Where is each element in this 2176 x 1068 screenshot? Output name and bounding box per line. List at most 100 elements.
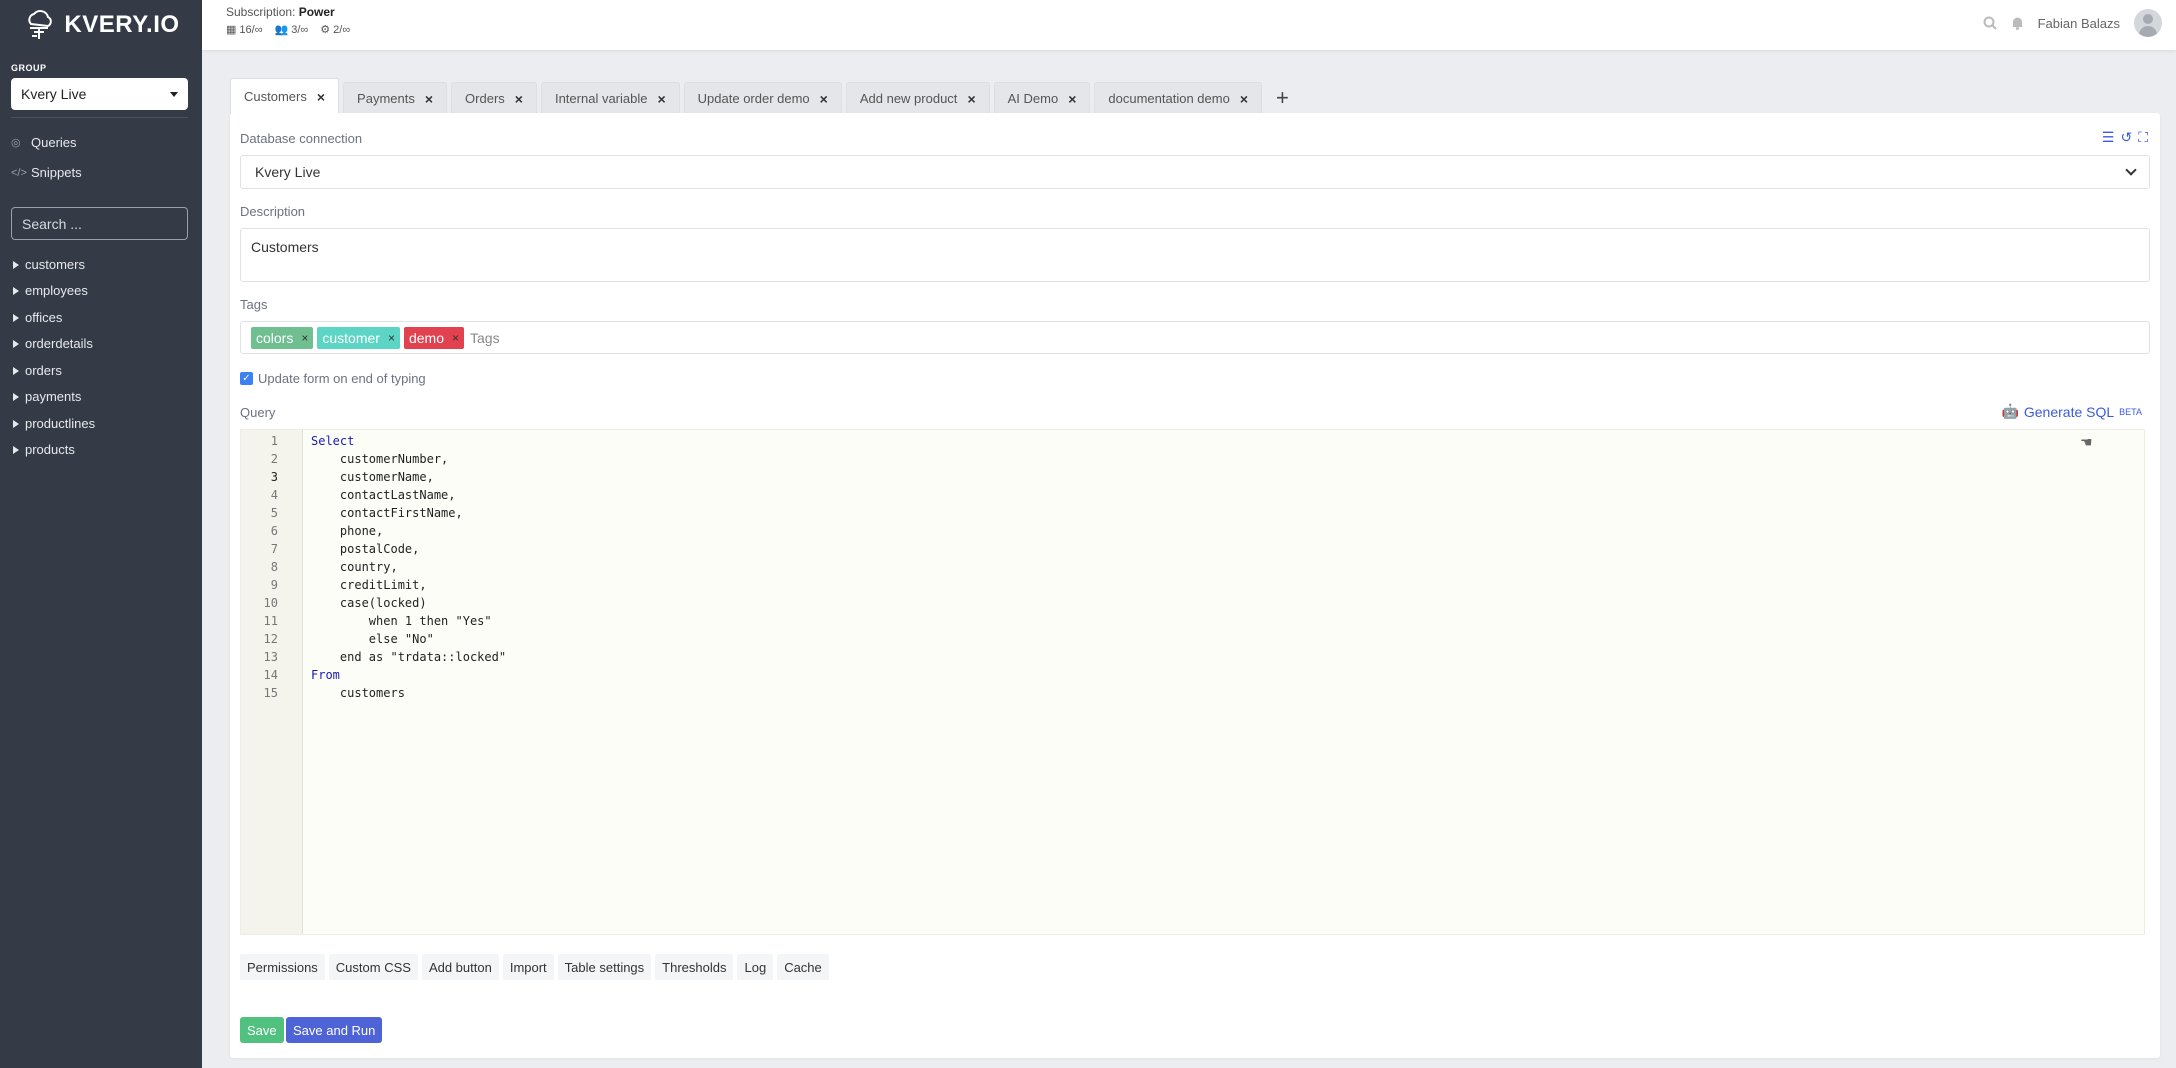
connection-count-value: 2/∞ (333, 23, 351, 36)
update-on-typing-option[interactable]: ✓ Update form on end of typing (240, 371, 426, 386)
tab-label: Update order demo (697, 91, 810, 106)
expand-arrow-icon (13, 339, 19, 348)
permissions-button[interactable]: Permissions (240, 954, 325, 980)
tab-add-new-product[interactable]: Add new product × (845, 82, 990, 114)
close-icon[interactable]: × (657, 91, 665, 107)
tab-payments[interactable]: Payments × (343, 82, 448, 114)
connection-count: ⚙ 2/∞ (320, 23, 351, 37)
db-connection-select[interactable]: Kvery Live (240, 155, 2150, 189)
avatar[interactable] (2134, 9, 2162, 37)
nav-snippets[interactable]: </> Snippets (11, 165, 82, 180)
tags-input[interactable]: colors × customer × demo × Tags (240, 321, 2150, 354)
line-number: 14 (263, 668, 278, 682)
code-line: case(locked) (311, 596, 427, 610)
custom-css-button[interactable]: Custom CSS (328, 954, 418, 980)
code-line: contactFirstName, (311, 506, 463, 520)
add-tab-button[interactable]: + (1266, 82, 1299, 114)
tree-item-productlines[interactable]: productlines (13, 416, 95, 431)
line-number: 11 (263, 614, 278, 628)
tree-item-orderdetails[interactable]: orderdetails (13, 336, 93, 351)
line-number: 4 (270, 488, 278, 502)
tab-ai-demo[interactable]: AI Demo × (993, 82, 1091, 114)
group-select-value: Kvery Live (21, 86, 87, 102)
nav-queries[interactable]: ◎ Queries (11, 135, 77, 150)
checkbox-checked-icon[interactable]: ✓ (240, 372, 253, 385)
robot-icon: 🤖 (2001, 403, 2019, 419)
add-button-button[interactable]: Add button (421, 954, 499, 980)
code-line: end as "trdata::locked" (311, 650, 507, 664)
close-icon[interactable]: × (820, 91, 828, 107)
close-icon[interactable]: × (967, 91, 975, 107)
tree-item-customers[interactable]: customers (13, 257, 85, 272)
table-settings-button[interactable]: Table settings (557, 954, 652, 980)
tree-item-label: payments (25, 389, 82, 404)
subscription-info: Subscription: Power (226, 5, 335, 19)
line-number: 15 (263, 686, 278, 700)
close-icon[interactable]: × (1240, 91, 1248, 107)
sidebar: KVERY.IO GROUP Kvery Live ◎ Queries </> … (0, 0, 202, 1068)
tree-item-employees[interactable]: employees (13, 283, 88, 298)
subscription-label: Subscription: (226, 5, 296, 19)
tab-label: Internal variable (554, 91, 648, 106)
users-icon: 👥 (274, 24, 289, 36)
logo[interactable]: KVERY.IO (0, 0, 202, 50)
tab-label: Customers (244, 89, 307, 104)
log-button[interactable]: Log (737, 954, 774, 980)
editor-toolbar: ☰ ↺ ⛶ (2102, 129, 2148, 146)
close-icon[interactable]: × (515, 91, 523, 107)
tree-item-orders[interactable]: orders (13, 363, 62, 378)
tree-item-label: customers (25, 257, 85, 272)
line-number: 12 (263, 632, 278, 646)
tab-documentation-demo[interactable]: documentation demo × (1094, 82, 1262, 114)
cache-button[interactable]: Cache (777, 954, 829, 980)
tag-colors: colors × (251, 326, 314, 349)
sql-code-editor[interactable]: 1 2 3 4 5 6 7 8 9 10 11 12 13 14 15 Sele… (240, 429, 2145, 935)
generate-sql-button[interactable]: 🤖 Generate SQL BETA (2001, 403, 2142, 420)
search-icon[interactable] (1983, 16, 1997, 30)
code-line: contactLastName, (311, 488, 456, 502)
line-number: 9 (270, 578, 278, 592)
remove-tag-icon[interactable]: × (388, 331, 395, 345)
tab-orders[interactable]: Orders × (451, 82, 537, 114)
save-button[interactable]: Save (240, 1017, 284, 1043)
code-line: customerName, (311, 470, 434, 484)
description-textarea[interactable]: Customers (240, 228, 2150, 282)
thresholds-button[interactable]: Thresholds (655, 954, 734, 980)
sidebar-search-input[interactable]: Search ... (11, 207, 188, 240)
save-and-run-button[interactable]: Save and Run (286, 1017, 383, 1043)
tab-customers[interactable]: Customers × (230, 78, 340, 114)
tab-internal-variable[interactable]: Internal variable × (540, 82, 680, 114)
tab-update-order-demo[interactable]: Update order demo × (683, 82, 842, 114)
code-line: country, (311, 560, 398, 574)
tag-demo: demo × (403, 326, 465, 349)
tab-label: Add new product (859, 91, 958, 106)
table-icon: ▦ (226, 24, 237, 36)
tab-label: AI Demo (1007, 91, 1059, 106)
group-select[interactable]: Kvery Live (11, 78, 188, 110)
list-icon[interactable]: ☰ (2102, 129, 2115, 146)
tree-item-offices[interactable]: offices (13, 310, 62, 325)
remove-tag-icon[interactable]: × (301, 331, 308, 345)
user-name[interactable]: Fabian Balazs (2038, 16, 2120, 31)
tab-label: Payments (357, 91, 415, 106)
close-icon[interactable]: × (425, 91, 433, 107)
close-icon[interactable]: × (1068, 91, 1076, 107)
expand-arrow-icon (13, 286, 19, 295)
subscription-plan: Power (298, 5, 335, 19)
user-area: Fabian Balazs (1983, 9, 2162, 37)
tree-item-payments[interactable]: payments (13, 389, 81, 404)
checkbox-label: Update form on end of typing (258, 371, 426, 386)
import-button[interactable]: Import (502, 954, 554, 980)
query-editor-card: ☰ ↺ ⛶ Database connection Kvery Live Des… (230, 113, 2160, 1058)
chevron-down-icon (2125, 164, 2137, 176)
line-number: 3 (270, 470, 278, 484)
fullscreen-icon[interactable]: ⛶ (2138, 129, 2148, 146)
history-icon[interactable]: ↺ (2120, 129, 2132, 146)
tree-item-products[interactable]: products (13, 442, 75, 457)
bell-icon[interactable] (2011, 16, 2024, 30)
code-line: else "No" (311, 632, 434, 646)
remove-tag-icon[interactable]: × (452, 331, 459, 345)
close-icon[interactable]: × (317, 89, 325, 105)
tag-label: colors (256, 329, 294, 346)
code-line: Select (311, 434, 355, 448)
